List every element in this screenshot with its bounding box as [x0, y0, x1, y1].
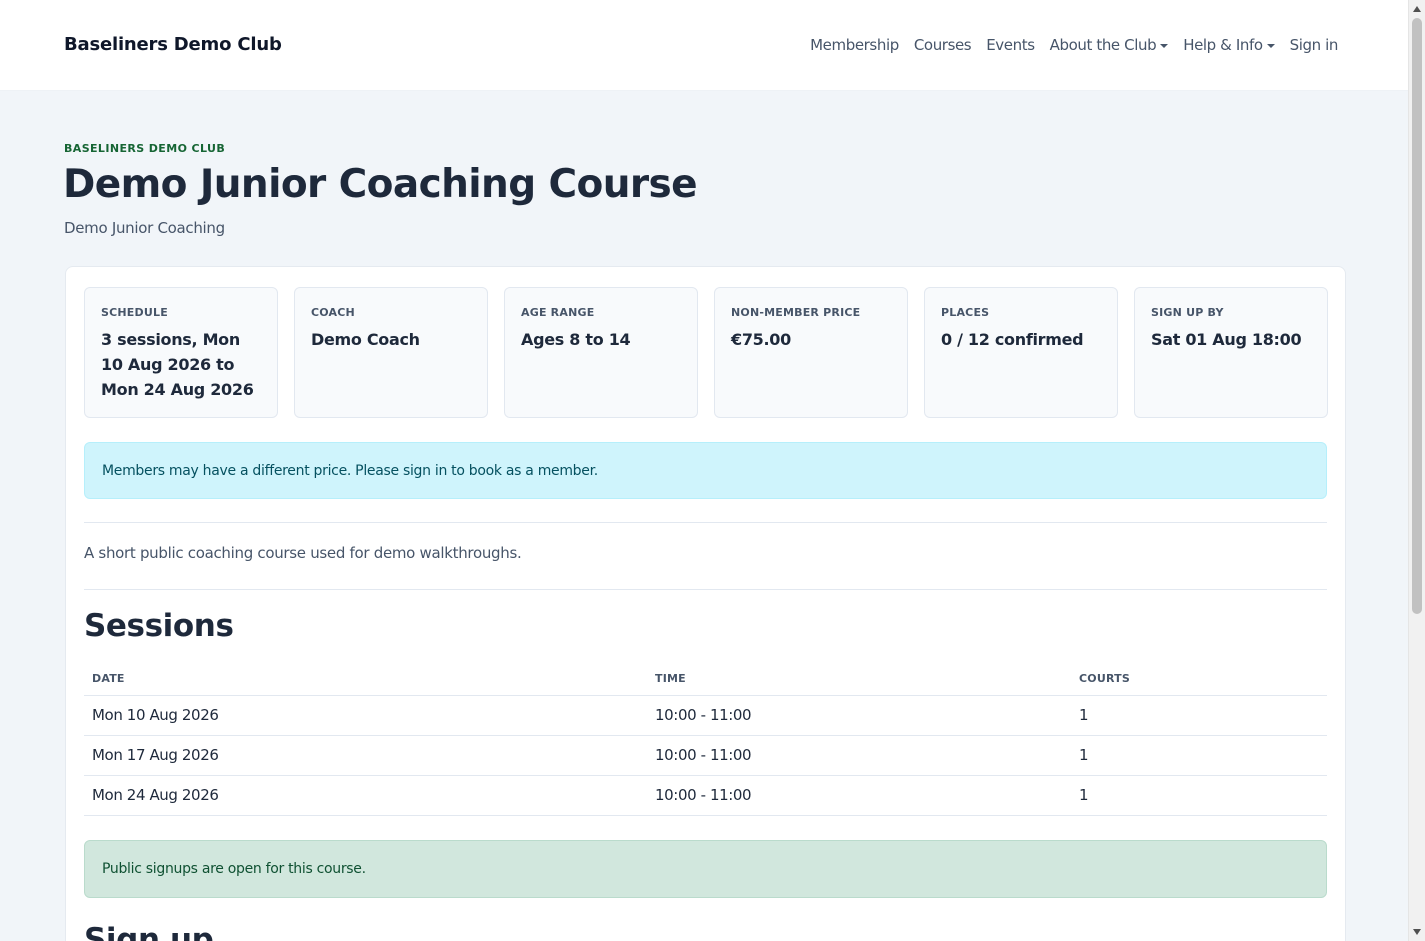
caret-down-icon	[1160, 43, 1169, 48]
course-description: A short public coaching course used for …	[84, 544, 522, 562]
course-stats: SCHEDULE 3 sessions, Mon 10 Aug 2026 to …	[84, 287, 1328, 418]
brand-logo-text[interactable]: Baseliners Demo Club	[64, 34, 282, 55]
nav-link-label: Events	[986, 36, 1035, 54]
stat-places: PLACES 0 / 12 confirmed	[924, 287, 1118, 418]
nav-links: Membership Courses Events About the Club…	[810, 36, 1338, 54]
stat-label: NON-MEMBER PRICE	[731, 306, 861, 319]
table-row: Mon 24 Aug 2026 10:00 - 11:00 1	[84, 775, 1327, 816]
page-scrollbar[interactable]	[1408, 0, 1425, 941]
stat-label: AGE RANGE	[521, 306, 595, 319]
member-price-notice: Members may have a different price. Plea…	[84, 442, 1327, 499]
club-eyebrow: BASELINERS DEMO CLUB	[64, 142, 226, 155]
stat-label: PLACES	[941, 306, 990, 319]
table-header-row: DATE TIME COURTS	[84, 662, 1327, 696]
stat-sign-up-by: SIGN UP BY Sat 01 Aug 18:00	[1134, 287, 1328, 418]
scroll-up-arrow-icon[interactable]	[1413, 6, 1421, 12]
session-time: 10:00 - 11:00	[647, 695, 1071, 736]
nav-link-membership[interactable]: Membership	[810, 36, 899, 54]
stat-label: SIGN UP BY	[1151, 306, 1224, 319]
stat-value: €75.00	[731, 330, 791, 349]
stat-value: 0 / 12 confirmed	[941, 330, 1084, 349]
caret-down-icon	[1266, 43, 1275, 48]
stat-label: SCHEDULE	[101, 306, 168, 319]
page-title: Demo Junior Coaching Course	[63, 162, 698, 207]
nav-dropdown-help[interactable]: Help & Info	[1183, 36, 1275, 54]
stat-age-range: AGE RANGE Ages 8 to 14	[504, 287, 698, 418]
session-date: Mon 10 Aug 2026	[84, 695, 647, 736]
nav-dropdown-about[interactable]: About the Club	[1050, 36, 1169, 54]
session-date: Mon 17 Aug 2026	[84, 735, 647, 776]
signup-heading: Sign up	[84, 922, 214, 941]
session-date: Mon 24 Aug 2026	[84, 775, 647, 816]
scroll-down-arrow-icon[interactable]	[1413, 929, 1421, 935]
sessions-table: DATE TIME COURTS Mon 10 Aug 2026 10:00 -…	[84, 662, 1327, 816]
stat-value: Demo Coach	[311, 330, 420, 349]
nav-link-label: Sign in	[1289, 36, 1339, 54]
divider	[84, 522, 1327, 523]
nav-link-sign-in[interactable]: Sign in	[1289, 36, 1339, 54]
nav-link-label: Membership	[810, 36, 899, 54]
column-header-date: DATE	[84, 662, 647, 696]
top-navbar: Baseliners Demo Club Membership Courses …	[0, 0, 1408, 91]
stat-value: Sat 01 Aug 18:00	[1151, 330, 1302, 349]
page-subtitle: Demo Junior Coaching	[64, 219, 225, 237]
signup-status-notice: Public signups are open for this course.	[84, 840, 1327, 898]
stat-label: COACH	[311, 306, 355, 319]
session-courts: 1	[1071, 695, 1327, 736]
table-row: Mon 10 Aug 2026 10:00 - 11:00 1	[84, 695, 1327, 736]
sessions-heading: Sessions	[84, 608, 234, 644]
stat-value: Ages 8 to 14	[521, 330, 631, 349]
nav-link-label: Help & Info	[1183, 36, 1263, 54]
session-time: 10:00 - 11:00	[647, 775, 1071, 816]
nav-link-events[interactable]: Events	[986, 36, 1035, 54]
session-courts: 1	[1071, 735, 1327, 776]
column-header-courts: COURTS	[1071, 662, 1327, 696]
stat-coach: COACH Demo Coach	[294, 287, 488, 418]
table-row: Mon 17 Aug 2026 10:00 - 11:00 1	[84, 735, 1327, 776]
stat-value: 3 sessions, Mon 10 Aug 2026 to Mon 24 Au…	[101, 330, 254, 399]
stat-non-member-price: NON-MEMBER PRICE €75.00	[714, 287, 908, 418]
divider	[84, 589, 1327, 590]
nav-link-label: Courses	[913, 36, 972, 54]
nav-link-courses[interactable]: Courses	[913, 36, 972, 54]
session-courts: 1	[1071, 775, 1327, 816]
scrollbar-thumb[interactable]	[1412, 18, 1422, 614]
column-header-time: TIME	[647, 662, 1071, 696]
stat-schedule: SCHEDULE 3 sessions, Mon 10 Aug 2026 to …	[84, 287, 278, 418]
session-time: 10:00 - 11:00	[647, 735, 1071, 776]
nav-link-label: About the Club	[1049, 36, 1157, 54]
